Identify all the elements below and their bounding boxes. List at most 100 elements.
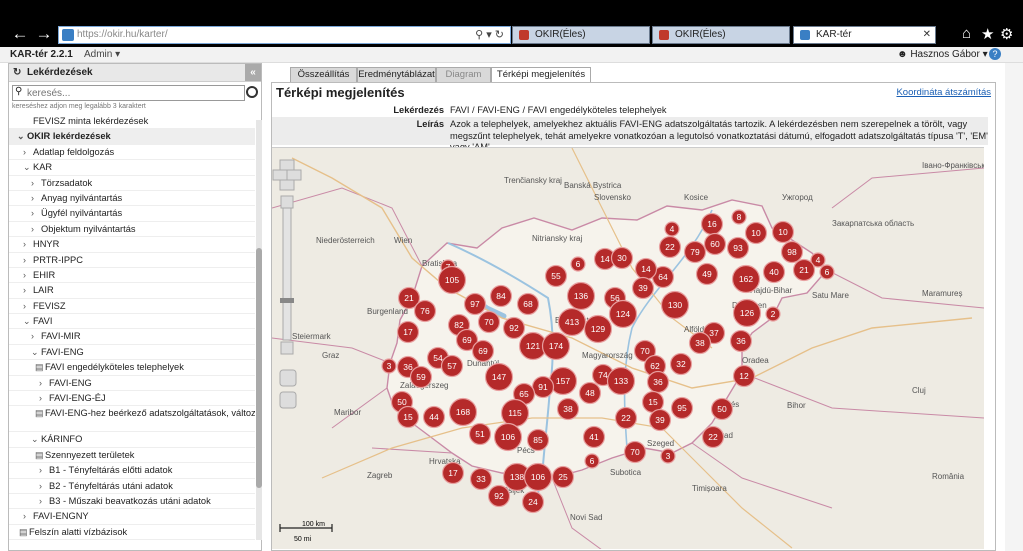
browser-tab-okir-2[interactable]: OKIR(Éles) <box>652 26 790 44</box>
marker-cluster[interactable]: 49 <box>695 262 719 286</box>
marker-cluster[interactable]: 38 <box>688 331 712 355</box>
tab-diagram[interactable]: Diagram <box>436 67 491 83</box>
marker-cluster[interactable]: 76 <box>413 299 437 323</box>
marker-cluster[interactable]: 36 <box>646 370 670 394</box>
browser-tab-kar-ter[interactable]: KAR-tér ✕ <box>793 26 936 44</box>
settings-gear-icon[interactable]: ⚙ <box>1000 25 1013 43</box>
marker-cluster[interactable]: 40 <box>762 260 786 284</box>
marker-cluster[interactable]: 24 <box>521 490 545 514</box>
marker-cluster[interactable]: 147 <box>484 362 514 392</box>
marker-cluster[interactable]: 84 <box>489 284 513 308</box>
pan-right-icon[interactable] <box>286 169 302 181</box>
marker-cluster[interactable]: 59 <box>409 365 433 389</box>
sidebar-tree-item[interactable]: › EHIR <box>9 268 255 284</box>
scrollbar-thumb[interactable] <box>256 248 262 488</box>
sidebar-tree-item[interactable]: › Törzsadatok <box>9 176 255 191</box>
admin-menu[interactable]: Admin ▾ <box>84 49 120 60</box>
marker-cluster[interactable]: 6 <box>819 264 835 280</box>
expand-arrow-icon[interactable]: › <box>31 206 41 221</box>
expand-arrow-icon[interactable]: › <box>31 191 41 206</box>
marker-cluster[interactable]: 21 <box>792 258 816 282</box>
marker-cluster[interactable]: 136 <box>566 281 596 311</box>
marker-cluster[interactable]: 413 <box>557 307 587 337</box>
sidebar-tree-item[interactable]: › PRTR-IPPC <box>9 253 255 268</box>
marker-cluster[interactable]: 55 <box>544 264 568 288</box>
marker-cluster[interactable]: 97 <box>463 292 487 316</box>
marker-cluster[interactable]: 39 <box>648 408 672 432</box>
sidebar-tree-item[interactable]: ▤Felszín alatti vízbázisok <box>9 525 255 541</box>
marker-cluster[interactable]: 6 <box>570 256 586 272</box>
zoom-slider[interactable] <box>282 207 292 341</box>
favorites-star-icon[interactable]: ★ <box>981 25 994 43</box>
expand-arrow-icon[interactable]: › <box>23 283 33 298</box>
marker-cluster[interactable]: 44 <box>422 405 446 429</box>
document-icon[interactable]: ▤ <box>35 448 45 463</box>
expand-arrow-icon[interactable]: › <box>39 391 49 406</box>
zoom-slider-handle[interactable] <box>280 298 294 303</box>
sidebar-tree-item[interactable]: FEVISZ minta lekérdezések <box>9 114 255 130</box>
marker-cluster[interactable]: 38 <box>556 397 580 421</box>
marker-cluster[interactable]: 22 <box>658 235 682 259</box>
expand-arrow-icon[interactable]: › <box>31 222 41 237</box>
marker-cluster[interactable]: 3 <box>381 358 397 374</box>
marker-cluster[interactable]: 68 <box>516 292 540 316</box>
marker-cluster[interactable]: 50 <box>710 397 734 421</box>
zoom-out-icon[interactable] <box>280 341 294 355</box>
marker-cluster[interactable]: 70 <box>477 310 501 334</box>
marker-cluster[interactable]: 124 <box>608 299 638 329</box>
marker-cluster[interactable]: 174 <box>541 331 571 361</box>
marker-cluster[interactable]: 69 <box>471 339 495 363</box>
user-menu[interactable]: ☻ Hasznos Gábor ▾ <box>897 49 988 60</box>
refresh-icon[interactable]: ↻ <box>13 64 21 82</box>
marker-cluster[interactable]: 32 <box>669 352 693 376</box>
sidebar-tree-item[interactable]: › HNYR <box>9 237 255 253</box>
marker-cluster[interactable]: 168 <box>448 397 478 427</box>
sidebar-tree-item[interactable]: ⌄ KAR <box>9 160 255 176</box>
sidebar-tree-item[interactable]: › Adatlap feldolgozás <box>9 145 255 161</box>
marker-cluster[interactable]: 126 <box>732 298 762 328</box>
tab-eredmenytablazat[interactable]: Eredménytáblázat <box>357 67 436 83</box>
expand-arrow-icon[interactable]: › <box>31 329 41 344</box>
marker-cluster[interactable]: 2 <box>765 306 781 322</box>
marker-cluster[interactable]: 4 <box>664 221 680 237</box>
marker-cluster[interactable]: 92 <box>502 316 526 340</box>
search-refresh-icon[interactable]: ⚲ ▾ ↻ <box>475 28 504 41</box>
sidebar-tree-item[interactable]: › FAVI-ENG <box>9 376 255 392</box>
marker-cluster[interactable]: 12 <box>732 364 756 388</box>
expand-arrow-icon[interactable]: ⌄ <box>31 345 41 360</box>
sidebar-tree-item[interactable]: ▤FAVI engedélyköteles telephelyek <box>9 360 255 376</box>
sidebar-tree-item[interactable]: › B1 - Tényfeltárás előtti adatok <box>9 463 255 479</box>
marker-cluster[interactable]: 106 <box>493 422 523 452</box>
marker-cluster[interactable]: 6 <box>584 453 600 469</box>
back-arrow-icon[interactable]: ← <box>10 24 30 44</box>
marker-cluster[interactable]: 33 <box>469 467 493 491</box>
marker-cluster[interactable]: 36 <box>729 329 753 353</box>
marker-cluster[interactable]: 91 <box>531 375 555 399</box>
coordinate-conversion-link[interactable]: Koordináta átszámítás <box>896 87 991 98</box>
sidebar-tree-item[interactable]: ⌄ OKIR lekérdezések <box>9 129 255 145</box>
sidebar-tree-item[interactable]: › FAVI-ENG-ÉJ <box>9 391 255 407</box>
expand-arrow-icon[interactable]: ⌄ <box>23 314 33 329</box>
document-icon[interactable]: ▤ <box>19 525 29 540</box>
sidebar-scrollbar[interactable] <box>256 120 262 540</box>
expand-arrow-icon[interactable]: ⌄ <box>17 129 27 144</box>
overview-map-icon[interactable] <box>279 391 297 409</box>
marker-cluster[interactable]: 106 <box>523 462 553 492</box>
marker-cluster[interactable]: 133 <box>606 366 636 396</box>
marker-cluster[interactable]: 8 <box>731 209 747 225</box>
expand-arrow-icon[interactable]: › <box>23 237 33 252</box>
expand-arrow-icon[interactable]: › <box>39 479 49 494</box>
sidebar-tree-item[interactable]: › Anyag nyilvántartás <box>9 191 255 207</box>
marker-cluster[interactable]: 57 <box>440 354 464 378</box>
expand-arrow-icon[interactable]: › <box>31 176 41 191</box>
help-icon[interactable]: ? <box>989 48 1001 60</box>
sidebar-tree-item[interactable]: ⌄ KÁRINFO <box>9 432 255 448</box>
marker-cluster[interactable]: 85 <box>526 428 550 452</box>
marker-cluster[interactable]: 17 <box>396 320 420 344</box>
document-icon[interactable]: ▤ <box>35 408 45 419</box>
marker-cluster[interactable]: 3 <box>660 448 676 464</box>
tab-osszeallitas[interactable]: Összeállítás <box>290 67 357 83</box>
collapse-sidebar-icon[interactable]: « <box>245 64 261 81</box>
marker-cluster[interactable]: 70 <box>623 440 647 464</box>
marker-cluster[interactable]: 10 <box>744 221 768 245</box>
